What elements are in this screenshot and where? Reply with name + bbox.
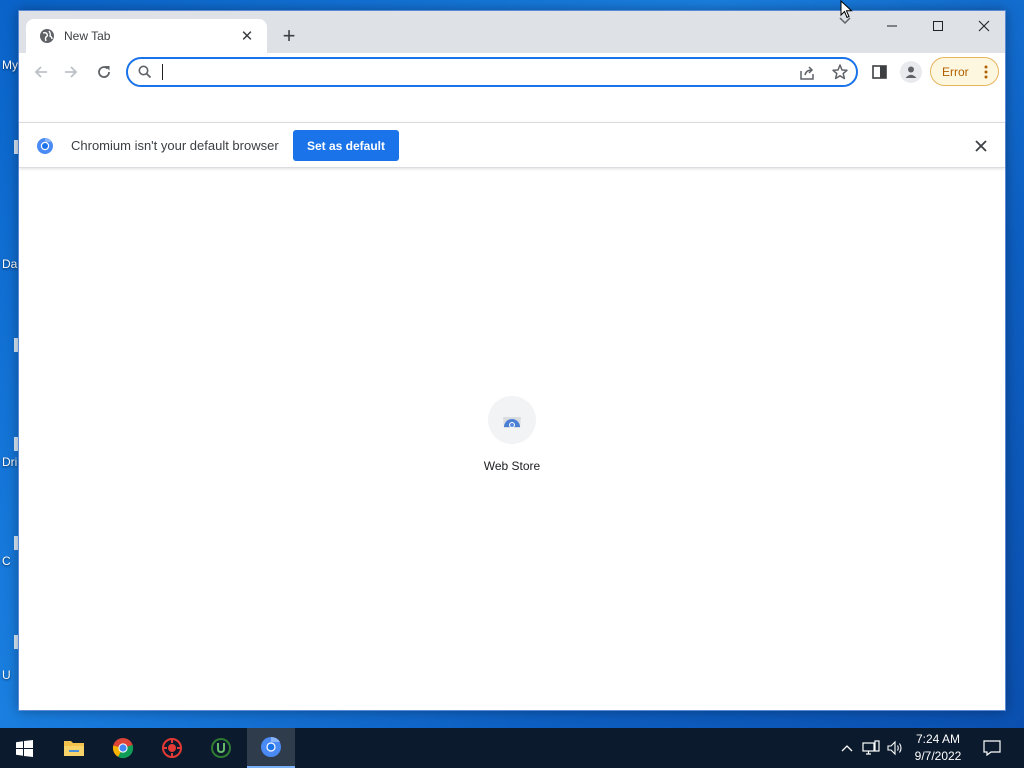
shortcut-label: Web Store xyxy=(483,459,541,473)
tab-new-tab[interactable]: New Tab ✕ xyxy=(26,19,267,53)
minimize-icon[interactable] xyxy=(869,11,915,41)
utorrent-icon[interactable] xyxy=(197,728,245,768)
desktop-icon-label[interactable]: U xyxy=(2,668,11,682)
address-bar[interactable] xyxy=(126,57,858,87)
error-label: Error xyxy=(942,64,969,79)
start-icon[interactable] xyxy=(0,728,48,768)
toolbar: Error xyxy=(19,53,1005,91)
mouse-cursor-icon xyxy=(840,0,854,20)
taskbar: 7:24 AM 9/7/2022 xyxy=(0,728,1024,768)
file-explorer-icon[interactable] xyxy=(50,728,98,768)
globe-icon xyxy=(39,28,55,44)
search-icon xyxy=(137,64,153,80)
tab-close-icon[interactable]: ✕ xyxy=(237,26,257,46)
set-as-default-button[interactable]: Set as default xyxy=(293,130,399,161)
share-icon[interactable] xyxy=(798,64,816,82)
tab-title: New Tab xyxy=(64,29,111,43)
desktop-icon-label[interactable]: C xyxy=(2,554,11,568)
default-browser-infobar: Chromium isn't your default browser Set … xyxy=(19,122,1005,168)
red-app-icon[interactable] xyxy=(148,728,196,768)
bookmark-star-icon[interactable] xyxy=(831,63,849,81)
chromium-icon[interactable] xyxy=(247,728,295,768)
notification-icon[interactable] xyxy=(980,728,1004,768)
side-panel-icon[interactable] xyxy=(870,62,890,82)
system-clock[interactable]: 7:24 AM 9/7/2022 xyxy=(908,731,968,765)
new-tab-button[interactable]: + xyxy=(277,24,301,48)
infobar-close-icon[interactable] xyxy=(971,136,991,156)
clock-date: 9/7/2022 xyxy=(914,749,962,763)
network-icon[interactable] xyxy=(861,728,881,768)
desktop-icon-label[interactable]: Dri xyxy=(2,455,17,469)
desktop-icon-label[interactable]: Da xyxy=(2,257,17,271)
volume-icon[interactable] xyxy=(884,728,906,768)
chrome-icon[interactable] xyxy=(99,728,147,768)
desktop-icon-label[interactable]: My xyxy=(2,58,18,72)
maximize-icon[interactable] xyxy=(915,11,961,41)
web-store-icon xyxy=(488,396,536,444)
profile-avatar-icon[interactable] xyxy=(900,61,922,83)
clock-time: 7:24 AM xyxy=(915,732,961,746)
profile-error-button[interactable]: Error xyxy=(930,57,999,86)
menu-kebab-icon xyxy=(984,65,988,79)
browser-window: New Tab ✕ + Error Chromium isn't your de… xyxy=(18,10,1006,711)
shortcut-web-store[interactable]: Web Store xyxy=(474,396,550,476)
close-icon[interactable] xyxy=(961,11,1007,41)
text-caret xyxy=(162,64,163,80)
reload-icon[interactable] xyxy=(90,58,118,86)
forward-arrow-icon[interactable] xyxy=(57,58,85,86)
address-input[interactable] xyxy=(162,62,782,82)
chevron-up-icon[interactable] xyxy=(838,728,856,768)
tab-strip: New Tab ✕ + xyxy=(19,11,1005,53)
chromium-logo-icon xyxy=(36,137,54,155)
back-arrow-icon[interactable] xyxy=(27,58,55,86)
infobar-message: Chromium isn't your default browser xyxy=(71,138,279,153)
